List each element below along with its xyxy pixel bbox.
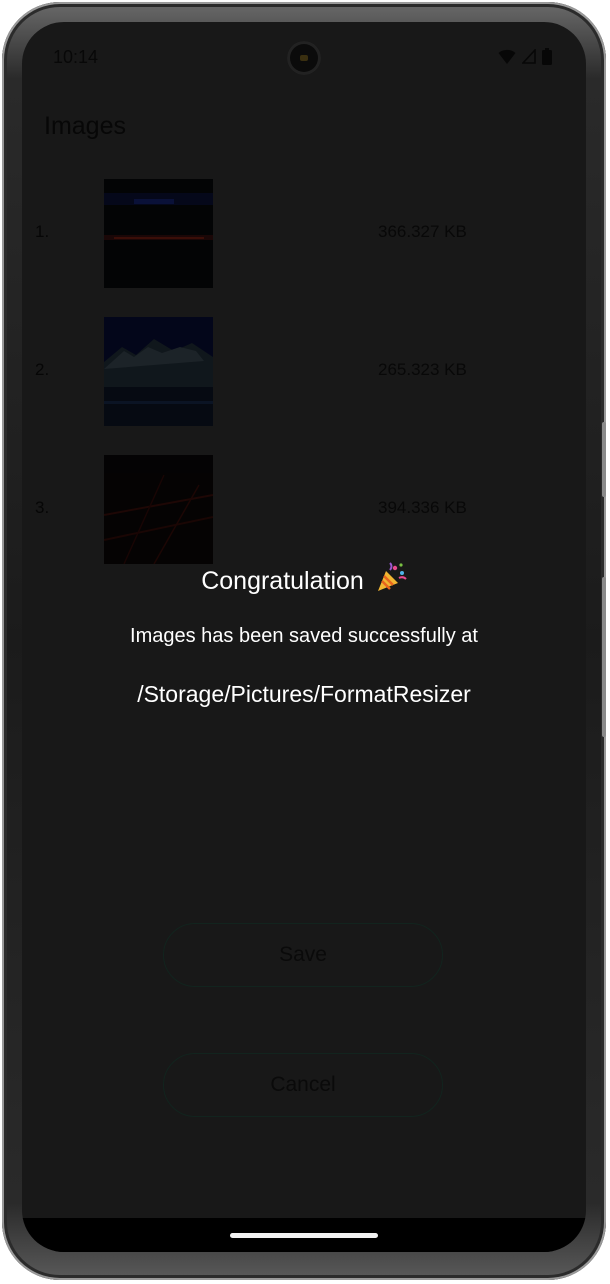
screen: 10:14 Images 1. 366.327 KB 2. 265.323 KB… [22, 22, 586, 1252]
dialog-title-text: Congratulation [201, 567, 364, 595]
dialog-title: Congratulation [22, 562, 586, 598]
mountain-lake-thumbnail [104, 317, 213, 426]
image-list-item[interactable]: 1. 366.327 KB [22, 179, 586, 289]
party-popper-icon [377, 562, 407, 591]
status-icons [498, 48, 552, 65]
status-time: 10:14 [53, 47, 99, 67]
save-path: /Storage/Pictures/FormatResizer [137, 681, 471, 707]
battery-icon [542, 48, 552, 65]
file-size: 394.336 KB [378, 498, 467, 517]
phone-frame: 10:14 Images 1. 366.327 KB 2. 265.323 KB… [2, 2, 606, 1280]
signal-icon [522, 49, 536, 64]
city-lights-thumbnail [104, 455, 213, 564]
image-list-item[interactable]: 2. 265.323 KB [22, 317, 586, 427]
file-size: 265.323 KB [378, 360, 467, 379]
app-title: Images [44, 112, 126, 140]
status-bar: 10:14 [22, 22, 586, 92]
success-message: Congratulation Images has been saved suc… [22, 562, 586, 710]
night-city-thumbnail [104, 179, 213, 288]
dialog-message: Images has been saved successfully at [130, 625, 478, 647]
home-indicator[interactable] [230, 1233, 378, 1238]
item-index: 2. [35, 360, 50, 379]
save-button[interactable]: Save [163, 923, 443, 987]
front-camera [287, 41, 321, 75]
file-size: 366.327 KB [378, 222, 467, 241]
power-button [602, 577, 606, 737]
cancel-button[interactable]: Cancel [163, 1053, 443, 1117]
image-list-item[interactable]: 3. 394.336 KB [22, 455, 586, 565]
item-index: 1. [35, 222, 50, 241]
volume-button [602, 422, 606, 497]
wifi-icon [498, 49, 516, 64]
item-index: 3. [35, 498, 50, 517]
